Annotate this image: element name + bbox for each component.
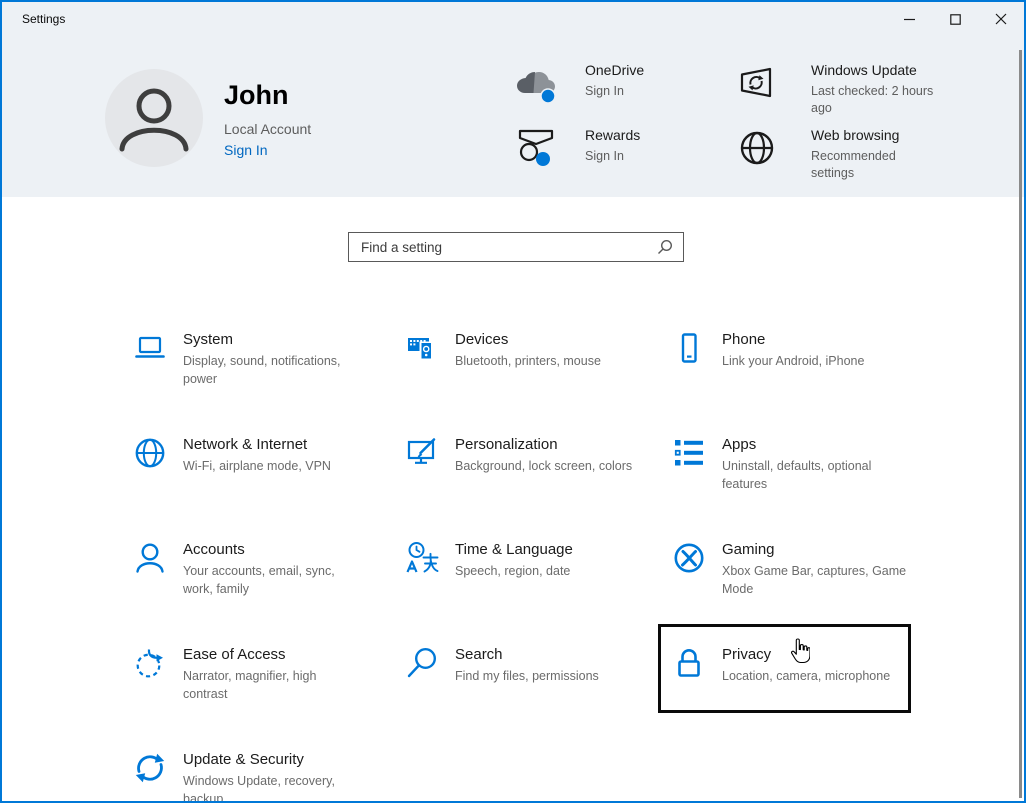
category-tile-gaming[interactable]: Gaming Xbox Game Bar, captures, Game Mod…: [672, 540, 906, 598]
category-subtitle: Windows Update, recovery, backup: [183, 773, 335, 803]
category-subtitle: Wi-Fi, airplane mode, VPN: [183, 458, 331, 476]
update-security-sync-icon: [133, 751, 169, 785]
category-tile-phone[interactable]: Phone Link your Android, iPhone: [672, 330, 864, 371]
devices-keyboard-icon: [405, 331, 441, 365]
category-subtitle: Background, lock screen, colors: [455, 458, 632, 476]
ease-of-access-icon: [133, 646, 169, 680]
category-title: Accounts: [183, 540, 335, 560]
category-title: Phone: [722, 330, 864, 350]
category-tile-update-security[interactable]: Update & Security Windows Update, recove…: [133, 750, 335, 803]
quick-link-status: Sign In: [585, 83, 644, 100]
category-title: Time & Language: [455, 540, 573, 560]
category-subtitle: Find my files, permissions: [455, 668, 599, 686]
quick-link-status: Sign In: [585, 148, 640, 165]
category-subtitle: Bluetooth, printers, mouse: [455, 353, 601, 371]
quick-link-web-browsing[interactable]: Web browsing Recommended settings: [738, 126, 899, 182]
personalization-icon: [405, 436, 441, 470]
search-magnifier-icon: [405, 646, 441, 680]
category-tile-network-internet[interactable]: Network & Internet Wi-Fi, airplane mode,…: [133, 435, 331, 476]
category-tile-ease-of-access[interactable]: Ease of Access Narrator, magnifier, high…: [133, 645, 316, 703]
quick-link-title: OneDrive: [585, 61, 644, 79]
category-tile-accounts[interactable]: Accounts Your accounts, email, sync, wor…: [133, 540, 335, 598]
category-subtitle: Location, camera, microphone: [722, 668, 890, 686]
category-title: Gaming: [722, 540, 906, 560]
account-type-label: Local Account: [224, 121, 311, 137]
rewards-icon: [512, 126, 585, 170]
avatar: [105, 69, 203, 167]
category-title: Ease of Access: [183, 645, 316, 665]
apps-list-icon: [672, 436, 708, 470]
search-input[interactable]: [359, 239, 657, 256]
window-title: Settings: [22, 12, 65, 26]
settings-window: Settings John Local Account Sign In: [0, 0, 1026, 803]
user-name: John: [224, 80, 289, 111]
quick-link-status: Last checked: 2 hours ago: [811, 83, 933, 117]
quick-link-title: Web browsing: [811, 126, 899, 144]
network-globe-icon: [133, 436, 169, 470]
accounts-person-icon: [133, 541, 169, 575]
search-box: [348, 232, 684, 262]
web-browsing-globe-icon: [738, 126, 811, 167]
privacy-lock-icon: [672, 646, 708, 680]
onedrive-cloud-icon: [512, 61, 585, 104]
category-title: Network & Internet: [183, 435, 331, 455]
hand-cursor: [788, 638, 810, 665]
person-avatar-icon: [105, 69, 203, 167]
phone-icon: [672, 331, 708, 365]
category-subtitle: Narrator, magnifier, high contrast: [183, 668, 316, 703]
minimize-icon: [904, 14, 915, 25]
category-tile-personalization[interactable]: Personalization Background, lock screen,…: [405, 435, 632, 476]
maximize-icon: [950, 14, 961, 25]
category-title: Devices: [455, 330, 601, 350]
maximize-button[interactable]: [932, 2, 978, 36]
category-tile-system[interactable]: System Display, sound, notifications, po…: [133, 330, 341, 388]
time-language-icon: [405, 541, 441, 575]
quick-link-onedrive[interactable]: OneDrive Sign In: [512, 61, 644, 104]
quick-link-rewards[interactable]: Rewards Sign In: [512, 126, 640, 170]
category-tile-time-language[interactable]: Time & Language Speech, region, date: [405, 540, 573, 581]
category-subtitle: Speech, region, date: [455, 563, 573, 581]
category-subtitle: Link your Android, iPhone: [722, 353, 864, 371]
close-icon: [995, 13, 1007, 25]
quick-link-status: Recommended settings: [811, 148, 899, 182]
category-title: Update & Security: [183, 750, 335, 770]
gaming-xbox-icon: [672, 541, 708, 575]
category-title: Personalization: [455, 435, 632, 455]
category-tile-apps[interactable]: Apps Uninstall, defaults, optional featu…: [672, 435, 871, 493]
quick-link-title: Windows Update: [811, 61, 933, 79]
category-subtitle: Uninstall, defaults, optional features: [722, 458, 871, 493]
category-subtitle: Display, sound, notifications, power: [183, 353, 341, 388]
category-tile-search[interactable]: Search Find my files, permissions: [405, 645, 599, 686]
category-title: Apps: [722, 435, 871, 455]
category-subtitle: Your accounts, email, sync, work, family: [183, 563, 335, 598]
category-title: System: [183, 330, 341, 350]
category-title: Search: [455, 645, 599, 665]
minimize-button[interactable]: [886, 2, 932, 36]
close-button[interactable]: [978, 2, 1024, 36]
quick-link-windows-update[interactable]: Windows Update Last checked: 2 hours ago: [738, 61, 933, 117]
windows-update-flag-icon: [738, 61, 811, 101]
category-subtitle: Xbox Game Bar, captures, Game Mode: [722, 563, 906, 598]
search-magnifier-icon: [657, 239, 673, 255]
quick-link-title: Rewards: [585, 126, 640, 144]
window-controls: [886, 2, 1024, 36]
scrollbar[interactable]: [1019, 50, 1022, 798]
sign-in-link[interactable]: Sign In: [224, 142, 268, 158]
category-tile-privacy[interactable]: Privacy Location, camera, microphone: [672, 645, 890, 686]
category-tile-devices[interactable]: Devices Bluetooth, printers, mouse: [405, 330, 601, 371]
system-laptop-icon: [133, 331, 169, 365]
